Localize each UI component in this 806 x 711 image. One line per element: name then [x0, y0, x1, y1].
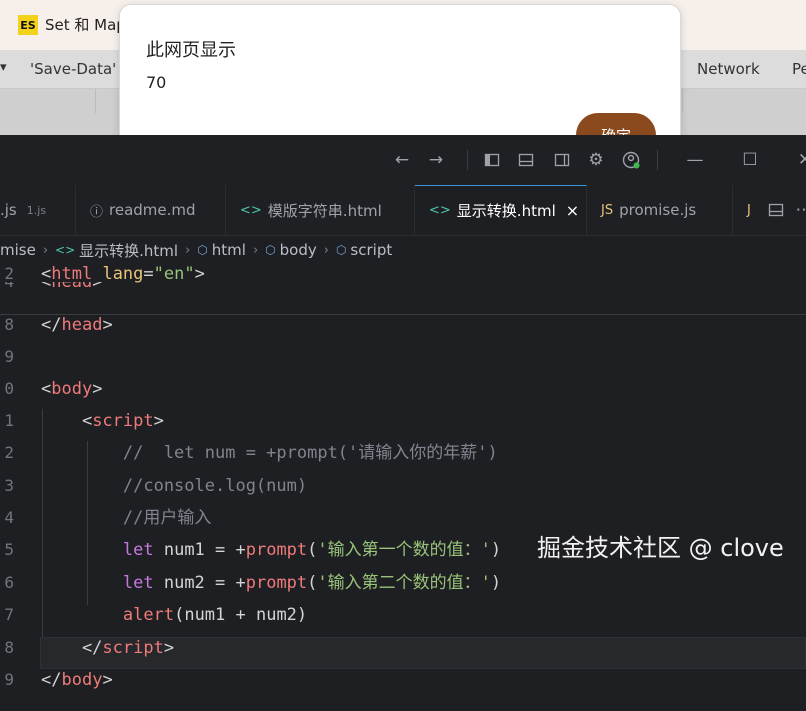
- html-tag-icon: <>: [240, 202, 262, 218]
- tab-subtitle: 1.js: [26, 203, 47, 217]
- code-line: 9: [0, 341, 806, 373]
- tab-label: readme.md: [109, 201, 196, 219]
- devtools-performance-tab[interactable]: Pe: [792, 60, 806, 78]
- element-cube-icon: ⬡: [265, 243, 276, 257]
- element-cube-icon: ⬡: [197, 243, 208, 257]
- tab-overflow[interactable]: J: [733, 185, 761, 235]
- browser-tab[interactable]: ES Set 和 Map: [0, 0, 126, 50]
- title-bar: ← → ⚙ — ☐ ✕: [0, 135, 806, 185]
- code-line: 9 </body>: [0, 664, 806, 696]
- tab-label: 模版字符串.html: [267, 201, 382, 220]
- code-text: let num1 = +prompt('输入第一个数的值：'): [122, 540, 502, 560]
- line-number: 2: [4, 443, 14, 462]
- forward-arrow-icon[interactable]: →: [426, 150, 446, 170]
- code-text: alert(num1 + num2): [122, 605, 308, 625]
- tab-display-convert[interactable]: <> 显示转换.html ×: [415, 185, 587, 235]
- alert-message: 70: [146, 73, 167, 92]
- line-number: 5: [4, 540, 14, 559]
- minimize-icon[interactable]: —: [685, 150, 705, 170]
- code-text: <script>: [41, 411, 164, 431]
- breadcrumb-item-folder[interactable]: mise: [0, 241, 36, 259]
- code-line: 0 <body>: [0, 373, 806, 405]
- toggle-primary-sidebar-icon[interactable]: [482, 150, 502, 170]
- alert-title: 此网页显示: [146, 40, 236, 61]
- settings-gear-icon[interactable]: ⚙: [586, 150, 606, 170]
- chevron-right-icon: ›: [42, 242, 49, 258]
- code-line: 2 // let num = +prompt('请输入你的年薪'): [0, 437, 806, 469]
- code-line: 7 alert(num1 + num2): [0, 599, 806, 631]
- code-text: // let num = +prompt('请输入你的年薪'): [41, 443, 498, 463]
- alert-dialog: 此网页显示 70 确定: [119, 4, 681, 157]
- tab-readme[interactable]: ⓘ readme.md: [76, 185, 226, 235]
- code-line: 8 </script>: [0, 632, 806, 664]
- chevron-right-icon: ›: [252, 242, 259, 258]
- code-editor[interactable]: 8 </head> 9 0 <body> 1 <script> 2 // let num =…: [0, 264, 806, 711]
- code-text: </script>: [41, 638, 175, 658]
- tab-close-icon[interactable]: ×: [566, 201, 579, 220]
- info-icon: ⓘ: [90, 204, 104, 220]
- back-arrow-icon[interactable]: ←: [392, 150, 412, 170]
- code-line: 3 //console.log(num): [0, 470, 806, 502]
- tab-label: .js: [0, 201, 17, 219]
- line-number: 1: [4, 411, 14, 430]
- devtools-network-tab[interactable]: Network: [697, 60, 760, 78]
- line-number: 8: [4, 638, 14, 657]
- close-icon[interactable]: ✕: [795, 150, 806, 170]
- account-icon[interactable]: [621, 150, 641, 170]
- split-editor-icon[interactable]: [766, 200, 786, 220]
- code-line: 1 <script>: [0, 405, 806, 437]
- browser-tab-title: Set 和 Map: [45, 16, 126, 34]
- code-text: //console.log(num): [41, 476, 308, 496]
- line-number: 9: [4, 670, 14, 689]
- tab-promise[interactable]: JS promise.js: [587, 185, 733, 235]
- dropdown-arrow-icon[interactable]: ▾: [0, 60, 7, 75]
- devtools-save-data-tab[interactable]: 'Save-Data': [30, 60, 116, 78]
- html-tag-icon: <>: [429, 203, 451, 218]
- code-text: </body>: [41, 670, 113, 690]
- chevron-right-icon: ›: [185, 242, 191, 258]
- code-text: //用户输入: [41, 508, 212, 528]
- watermark: 掘金技术社区 @ clove: [537, 534, 784, 562]
- es-favicon-icon: ES: [18, 15, 38, 35]
- breadcrumb-item-html[interactable]: html: [212, 241, 246, 259]
- maximize-icon[interactable]: ☐: [740, 150, 760, 170]
- line-number: 4: [4, 508, 14, 527]
- element-cube-icon: ⬡: [335, 243, 347, 257]
- tab-template-string[interactable]: <> 模版字符串.html: [226, 185, 415, 235]
- breadcrumb-item-script[interactable]: script: [350, 241, 392, 259]
- chevron-right-icon: ›: [323, 242, 329, 258]
- line-number: 6: [4, 573, 14, 592]
- line-number: 7: [4, 605, 14, 624]
- peek-code-line: 4<head>: [4, 282, 103, 292]
- line-number: 0: [4, 379, 14, 398]
- tab-label: promise.js: [619, 201, 697, 219]
- line-number: 9: [4, 347, 14, 366]
- toggle-secondary-sidebar-icon[interactable]: [552, 150, 572, 170]
- sticky-scroll-header: 2<html lang="en">4<head>: [0, 264, 806, 315]
- vscode-window: ← → ⚙ — ☐ ✕ .js 1.js ⓘ readme.md <> 模版字符…: [0, 135, 806, 711]
- editor-tab-bar: .js 1.js ⓘ readme.md <> 模版字符串.html <> 显示…: [0, 185, 806, 236]
- more-actions-icon[interactable]: ⋯: [794, 200, 806, 220]
- tab-label: 显示转换.html: [456, 202, 556, 220]
- code-line: 6 let num2 = +prompt('输入第二个数的值：'): [0, 567, 806, 599]
- code-text: let num2 = +prompt('输入第二个数的值：'): [122, 573, 502, 593]
- tab-js-file[interactable]: .js 1.js: [0, 185, 76, 235]
- breadcrumb-item-body[interactable]: body: [280, 241, 317, 259]
- line-number: 3: [4, 476, 14, 495]
- toggle-panel-icon[interactable]: [516, 150, 536, 170]
- code-text: <body>: [41, 379, 103, 399]
- html-tag-icon: <>: [55, 243, 76, 257]
- js-file-icon: J: [747, 202, 751, 218]
- js-file-icon: JS: [601, 202, 614, 218]
